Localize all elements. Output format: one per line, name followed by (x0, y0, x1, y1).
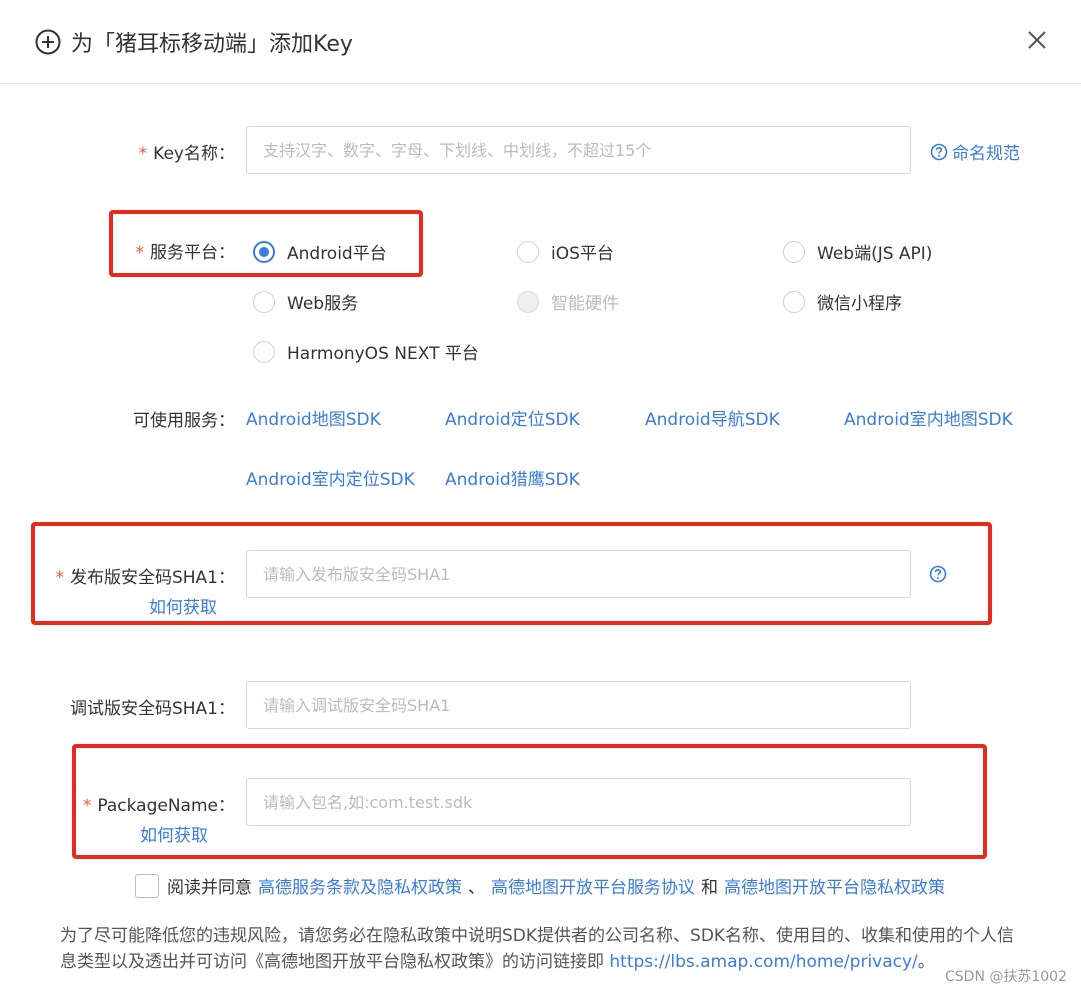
required-mark: * (82, 796, 92, 816)
service-link[interactable]: Android定位SDK (445, 405, 580, 430)
agreement-separator: 和 (701, 878, 718, 898)
dialog-header: 为「猪耳标移动端」添加Key (0, 0, 1081, 84)
privacy-notice-suffix: 。 (917, 952, 935, 972)
radio-circle (253, 240, 275, 263)
release-sha1-label-text: 发布版安全码SHA1： (69, 568, 235, 588)
release-sha1-how-to-link[interactable]: 如何获取 (149, 593, 217, 618)
close-icon[interactable] (1023, 26, 1051, 54)
radio-wechat-miniprogram[interactable]: 微信小程序 (783, 289, 902, 314)
question-circle-icon (930, 143, 948, 160)
dialog-title: 为「猪耳标移动端」添加Key (71, 32, 353, 57)
radio-ios-label: iOS平台 (551, 244, 614, 264)
privacy-url-link[interactable]: https://lbs.amap.com/home/privacy/ (609, 952, 917, 972)
debug-sha1-input[interactable] (246, 681, 911, 729)
naming-rules-link[interactable]: 命名规范 (930, 139, 1020, 164)
key-name-label-text: Key名称： (153, 144, 235, 164)
required-mark: * (138, 144, 148, 164)
key-name-label: * Key名称： (139, 139, 235, 164)
package-name-how-to-link[interactable]: 如何获取 (140, 821, 208, 846)
release-sha1-label: * 发布版安全码SHA1： (55, 563, 235, 588)
agreement-checkbox[interactable] (135, 873, 159, 898)
agreement-prefix: 阅读并同意 (167, 878, 252, 898)
platform-label: * 服务平台： (136, 238, 236, 263)
package-name-input[interactable] (246, 778, 911, 826)
radio-harmonyos-label: HarmonyOS NEXT 平台 (287, 344, 479, 364)
radio-web-js[interactable]: Web端(JS API) (783, 239, 932, 264)
service-link[interactable]: Android导航SDK (645, 405, 780, 430)
service-link[interactable]: Android室内地图SDK (844, 405, 1013, 430)
plus-circle-icon (35, 29, 61, 55)
radio-android-label: Android平台 (287, 244, 387, 264)
services-label: 可使用服务： (133, 411, 235, 431)
radio-ios[interactable]: iOS平台 (517, 239, 614, 264)
radio-wechat-miniprogram-label: 微信小程序 (817, 294, 902, 314)
service-link[interactable]: Android室内定位SDK (246, 465, 415, 490)
terms-link[interactable]: 高德服务条款及隐私权政策 (258, 873, 462, 898)
radio-smart-hardware-label: 智能硬件 (551, 294, 619, 314)
required-mark: * (55, 568, 64, 588)
radio-web-service[interactable]: Web服务 (253, 289, 358, 314)
privacy-policy-link[interactable]: 高德地图开放平台隐私权政策 (724, 873, 945, 898)
radio-web-service-label: Web服务 (287, 294, 359, 314)
package-name-label-text: PackageName： (97, 796, 235, 816)
watermark: CSDN @扶苏1002 (945, 969, 1067, 985)
service-agreement-link[interactable]: 高德地图开放平台服务协议 (491, 873, 695, 898)
radio-web-js-label: Web端(JS API) (817, 244, 933, 264)
agreement-row: 阅读并同意 高德服务条款及隐私权政策 、 高德地图开放平台服务协议 和 高德地图… (135, 873, 945, 898)
debug-sha1-label: 调试版安全码SHA1： (69, 699, 235, 719)
service-link[interactable]: Android地图SDK (246, 405, 381, 430)
radio-circle (783, 290, 805, 313)
radio-smart-hardware: 智能硬件 (517, 289, 619, 314)
naming-rules-text: 命名规范 (952, 144, 1020, 164)
radio-circle (517, 290, 539, 313)
release-sha1-input[interactable] (246, 550, 911, 598)
package-name-label: * PackageName： (83, 791, 235, 816)
radio-harmonyos[interactable]: HarmonyOS NEXT 平台 (253, 339, 479, 364)
question-circle-icon[interactable] (929, 565, 947, 583)
required-mark: * (135, 243, 145, 263)
key-name-input[interactable] (246, 126, 911, 174)
platform-label-text: 服务平台： (150, 243, 235, 263)
radio-circle (783, 240, 805, 263)
radio-circle (253, 340, 275, 363)
privacy-notice: 为了尽可能降低您的违规风险，请您务必在隐私政策中说明SDK提供者的公司名称、SD… (60, 923, 1020, 975)
radio-android[interactable]: Android平台 (253, 239, 387, 264)
radio-circle (517, 240, 539, 263)
agreement-separator: 、 (468, 878, 485, 898)
radio-circle (253, 290, 275, 313)
service-link[interactable]: Android猎鹰SDK (445, 465, 580, 490)
dialog-title-row: 为「猪耳标移动端」添加Key (35, 26, 353, 58)
